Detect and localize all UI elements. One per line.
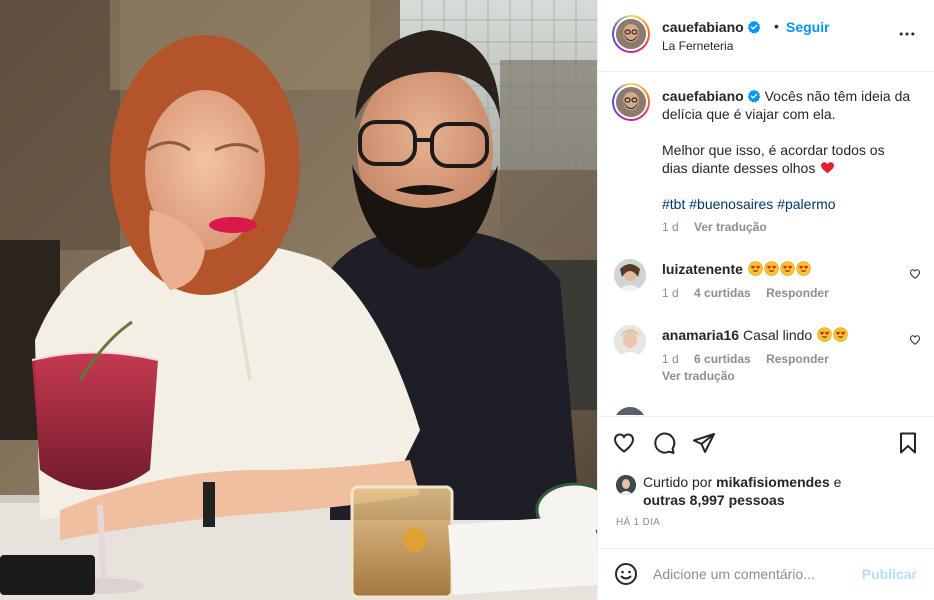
comment-like-icon[interactable]	[909, 334, 921, 346]
comment-emojis	[747, 261, 811, 277]
see-translation-link[interactable]: Ver tradução	[662, 369, 735, 383]
liker-username[interactable]: mikafisiomendes	[716, 474, 830, 490]
caption-avatar[interactable]	[612, 83, 650, 121]
verified-icon	[747, 89, 761, 103]
comment-time: 1 d	[662, 286, 679, 300]
instagram-post: cauefabiano • Seguir La Ferneteria cauef…	[0, 0, 934, 600]
heart-eyes-emoji	[780, 261, 795, 276]
likes-summary: Curtido por mikafisiomendes e outras 8,9…	[643, 473, 903, 509]
comment-time: 1 d	[662, 352, 679, 366]
save-icon[interactable]	[896, 431, 920, 455]
see-translation-link[interactable]: Ver tradução	[694, 220, 767, 234]
caption-username[interactable]: cauefabiano	[662, 88, 744, 104]
heart-eyes-emoji	[817, 327, 832, 342]
publish-button[interactable]: Publicar	[862, 566, 917, 582]
heart-eyes-emoji	[796, 261, 811, 276]
reply-button[interactable]: Responder	[766, 352, 829, 366]
comment-meta: 1 d 4 curtidas Responder	[662, 286, 841, 300]
posted-time[interactable]: HÁ 1 DIA	[616, 517, 660, 528]
comment-like-icon[interactable]	[909, 268, 921, 280]
add-comment-bar: Publicar	[598, 548, 934, 600]
post-caption: cauefabiano Vocês não têm ideia da delíc…	[662, 87, 912, 213]
heart-icon[interactable]	[612, 431, 636, 455]
couple-photo-illustration	[0, 0, 597, 600]
comment-meta: 1 d 6 curtidas Responder	[662, 352, 841, 366]
verified-icon	[747, 20, 761, 34]
comment-icon[interactable]	[652, 431, 676, 455]
author-username[interactable]: cauefabiano	[662, 19, 761, 35]
likes-prefix: Curtido por	[643, 474, 713, 490]
comment-likes[interactable]: 6 curtidas	[694, 352, 751, 366]
likes-others[interactable]: outras 8,997 pessoas	[643, 492, 785, 508]
comment-username[interactable]: luizatenente	[662, 261, 743, 277]
more-icon[interactable]	[897, 24, 917, 44]
caption-meta: 1 d Ver tradução	[662, 220, 779, 234]
comment-translate: Ver tradução	[662, 369, 747, 383]
caption-time: 1 d	[662, 220, 679, 234]
comment-input[interactable]	[653, 561, 853, 587]
post-sidebar: cauefabiano • Seguir La Ferneteria cauef…	[597, 0, 934, 600]
comment-username[interactable]: anamaria16	[662, 327, 739, 343]
comment-emojis	[816, 327, 848, 343]
share-icon[interactable]	[692, 431, 716, 455]
post-location[interactable]: La Ferneteria	[662, 39, 733, 53]
emoji-icon[interactable]	[614, 562, 638, 586]
red-heart-emoji	[821, 162, 835, 174]
commenter-avatar[interactable]	[614, 259, 646, 291]
post-header: cauefabiano • Seguir La Ferneteria	[598, 0, 934, 72]
caption-line-2: Melhor que isso, é acordar todos os dias…	[662, 142, 885, 176]
caption-hashtags[interactable]: #tbt #buenosaires #palermo	[662, 195, 912, 213]
post-photo[interactable]	[0, 0, 597, 600]
reply-button[interactable]: Responder	[766, 286, 829, 300]
author-avatar[interactable]	[612, 15, 650, 53]
comment-body: Casal lindo	[742, 327, 813, 343]
liker-avatar[interactable]	[616, 475, 636, 495]
heart-eyes-emoji	[748, 261, 763, 276]
follow-button[interactable]: Seguir	[786, 19, 830, 35]
comment-text: luizatenente	[662, 260, 811, 278]
heart-eyes-emoji	[833, 327, 848, 342]
author-username-text[interactable]: cauefabiano	[662, 19, 744, 35]
commenter-avatar[interactable]	[614, 325, 646, 357]
heart-eyes-emoji	[764, 261, 779, 276]
comment-text: anamaria16 Casal lindo	[662, 326, 848, 344]
likes-conj: e	[833, 474, 842, 490]
comment-likes[interactable]: 4 curtidas	[694, 286, 751, 300]
commenter-avatar[interactable]	[614, 407, 646, 415]
separator-dot: •	[774, 18, 779, 34]
post-actions: Curtido por mikafisiomendes e outras 8,9…	[598, 416, 934, 548]
comments-section[interactable]: cauefabiano Vocês não têm ideia da delíc…	[598, 73, 934, 415]
